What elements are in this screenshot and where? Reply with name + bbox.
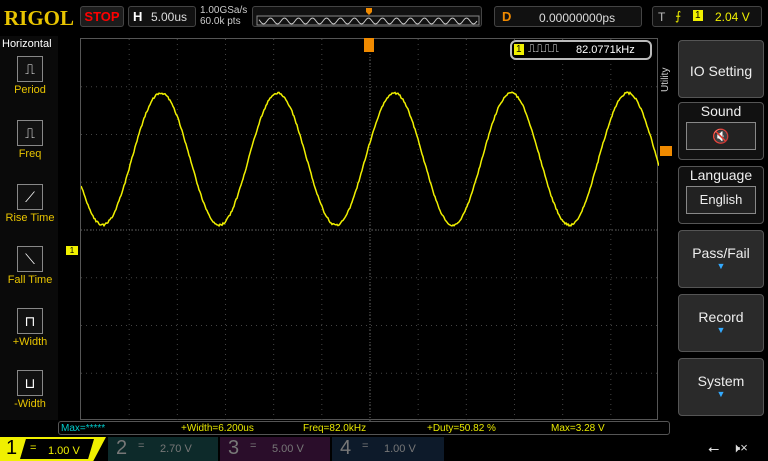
counter-channel: 1 [514, 44, 524, 55]
channel-bar: 1 1.00 V = 2 = 2.70 V 3 = 5.00 V 4 = 1.00 V ⭠ 🕨× [0, 437, 768, 461]
pass-fail-label: Pass/Fail [692, 245, 750, 261]
pos-width-button[interactable]: ⊓ +Width [4, 308, 56, 348]
pos-width-label: +Width [13, 336, 48, 348]
system-label: System [698, 373, 745, 389]
waveform-display[interactable] [80, 38, 658, 420]
channel-4-button[interactable]: 4 = 1.00 V [332, 437, 444, 461]
channel-number: 1 [6, 437, 17, 460]
utility-menu: IO Setting Sound 🔇 Language English Pass/F… [672, 36, 768, 420]
trigger-position-marker[interactable] [364, 38, 374, 52]
measurement-item: Max=***** [61, 423, 105, 434]
language-button[interactable]: Language English [678, 166, 764, 224]
channel-scale: 2.70 V [160, 443, 192, 455]
delay-label: D [502, 9, 511, 24]
trigger-level-marker[interactable] [660, 146, 672, 156]
freq-icon: ⎍ [17, 120, 43, 146]
dc-coupling-icon: = [30, 442, 36, 454]
channel-3-button[interactable]: 3 = 5.00 V [220, 437, 330, 461]
neg-width-label: -Width [14, 398, 46, 410]
freq-button[interactable]: ⎍ Freq [4, 120, 56, 160]
menu-title: Horizontal [2, 38, 52, 50]
period-label: Period [14, 84, 46, 96]
dc-coupling-icon: = [138, 440, 144, 452]
timebase-box[interactable]: H 5.00us [128, 6, 196, 27]
channel-scale: 1.00 V [384, 443, 416, 455]
trigger-level: 2.04 V [715, 10, 750, 24]
submenu-arrow-icon: ▼ [679, 389, 763, 399]
acquisition-info: 1.00GSa/s 60.0k pts [200, 5, 247, 27]
io-setting-button[interactable]: IO Setting [678, 40, 764, 98]
period-icon: ⎍ [17, 56, 43, 82]
sound-button[interactable]: Sound 🔇 [678, 102, 764, 160]
channel-2-button[interactable]: 2 = 2.70 V [108, 437, 218, 461]
ch1-ground-marker[interactable]: 1 [66, 246, 78, 255]
sound-label: Sound [679, 103, 763, 119]
measurement-item: Freq=82.0kHz [303, 423, 366, 434]
pos-width-icon: ⊓ [17, 308, 43, 334]
run-stop-status[interactable]: STOP [80, 6, 124, 27]
submenu-arrow-icon: ▼ [679, 261, 763, 271]
delay-value: 0.00000000ps [539, 11, 615, 25]
delay-box[interactable]: D 0.00000000ps [494, 6, 642, 27]
utility-tab[interactable]: Utility [660, 68, 671, 92]
trigger-box[interactable]: T ⨍ 1 2.04 V [652, 6, 762, 27]
channel-number: 4 [340, 437, 351, 460]
fall-time-label: Fall Time [8, 274, 53, 286]
system-button[interactable]: System ▼ [678, 358, 764, 416]
record-button[interactable]: Record ▼ [678, 294, 764, 352]
frequency-counter: 1 ⎍⎍⎍⎍ 82.0771kHz [510, 40, 652, 60]
waveform-overview[interactable] [252, 6, 482, 27]
rise-time-button[interactable]: ⟋ Rise Time [4, 184, 56, 224]
channel-1-button[interactable]: 1 1.00 V = [0, 437, 106, 461]
trigger-channel: 1 [693, 10, 703, 21]
measurement-item: Max=3.28 V [551, 423, 605, 434]
neg-width-button[interactable]: ⊔ -Width [4, 370, 56, 410]
channel-scale: 5.00 V [272, 443, 304, 455]
mute-icon: 🕨× [732, 440, 748, 456]
fall-time-icon: ⟍ [17, 246, 43, 272]
channel-scale: 1.00 V [48, 445, 80, 457]
io-setting-label: IO Setting [690, 63, 752, 79]
language-label: Language [679, 167, 763, 183]
timebase-value: 5.00us [151, 10, 187, 24]
pass-fail-button[interactable]: Pass/Fail ▼ [678, 230, 764, 288]
rise-time-icon: ⟋ [17, 184, 43, 210]
period-button[interactable]: ⎍ Period [4, 56, 56, 96]
rigol-logo: RIGOL [4, 6, 74, 31]
measurement-item: +Width=6.200us [181, 423, 254, 434]
measurement-bar: Max=***** +Width=6.200us Freq=82.0kHz +D… [58, 421, 670, 435]
overview-wave-icon [253, 7, 483, 28]
fall-time-button[interactable]: ⟍ Fall Time [4, 246, 56, 286]
record-label: Record [698, 309, 743, 325]
trigger-label: T [658, 10, 665, 24]
channel-number: 2 [116, 437, 127, 460]
counter-value: 82.0771kHz [576, 44, 635, 56]
freq-label: Freq [19, 148, 42, 160]
dc-coupling-icon: = [250, 440, 256, 452]
graticule [81, 39, 659, 421]
neg-width-icon: ⊔ [17, 370, 43, 396]
rise-time-label: Rise Time [6, 212, 55, 224]
h-label: H [133, 9, 142, 24]
language-value: English [686, 186, 756, 214]
usb-icon: ⭠ [708, 440, 719, 457]
rising-edge-icon: ⨍ [675, 9, 681, 23]
memory-depth: 60.0k pts [200, 16, 247, 27]
square-wave-icon: ⎍⎍⎍⎍ [528, 43, 559, 56]
measurement-item: +Duty=50.82 % [427, 423, 496, 434]
horizontal-menu: Horizontal ⎍ Period ⎍ Freq ⟋ Rise Time ⟍ Fal… [0, 36, 58, 420]
dc-coupling-icon: = [362, 440, 368, 452]
channel-number: 3 [228, 437, 239, 460]
speaker-mute-icon: 🔇 [686, 122, 756, 150]
sample-rate: 1.00GSa/s [200, 5, 247, 16]
submenu-arrow-icon: ▼ [679, 325, 763, 335]
